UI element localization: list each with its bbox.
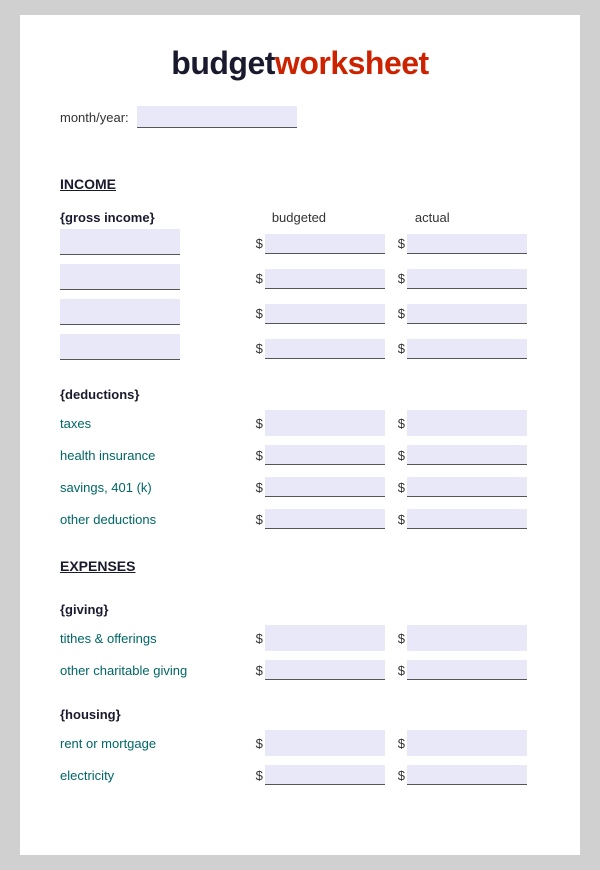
savings-budgeted[interactable] (265, 477, 385, 497)
gross-income-row-4: $ $ (60, 334, 540, 363)
health-insurance-label: health insurance (60, 448, 256, 463)
gross-income-row-1: $ $ (60, 229, 540, 258)
actual-col-header: actual (397, 210, 540, 225)
gross-income-row-2: $ $ (60, 264, 540, 293)
columns-header: {gross income} budgeted actual (60, 210, 540, 225)
gross-income-name-2[interactable] (60, 264, 180, 290)
rent-mortgage-label: rent or mortgage (60, 736, 256, 751)
savings-label: savings, 401 (k) (60, 480, 256, 495)
savings-row: savings, 401 (k) $ $ (60, 474, 540, 500)
deductions-header: {deductions} (60, 387, 540, 402)
health-insurance-row: health insurance $ $ (60, 442, 540, 468)
electricity-actual[interactable] (407, 765, 527, 785)
other-deductions-budgeted[interactable] (265, 509, 385, 529)
gross-income-name-4[interactable] (60, 334, 180, 360)
budget-worksheet-page: budgetworksheet month/year: INCOME {gros… (20, 15, 580, 855)
expenses-header: EXPENSES (60, 558, 540, 574)
taxes-row: taxes $ $ (60, 410, 540, 436)
gross-income-actual-4[interactable] (407, 339, 527, 359)
electricity-budgeted[interactable] (265, 765, 385, 785)
other-deductions-actual[interactable] (407, 509, 527, 529)
gross-income-header: {gross income} (60, 210, 155, 225)
other-giving-row: other charitable giving $ $ (60, 657, 540, 683)
tithes-label: tithes & offerings (60, 631, 256, 646)
rent-mortgage-budgeted[interactable] (265, 730, 385, 756)
gross-income-budgeted-2[interactable] (265, 269, 385, 289)
gross-income-actual-1[interactable] (407, 234, 527, 254)
rent-mortgage-row: rent or mortgage $ $ (60, 730, 540, 756)
savings-actual[interactable] (407, 477, 527, 497)
housing-header: {housing} (60, 707, 540, 722)
gross-income-actual-2[interactable] (407, 269, 527, 289)
gross-income-budgeted-4[interactable] (265, 339, 385, 359)
gross-income-budgeted-3[interactable] (265, 304, 385, 324)
health-insurance-actual[interactable] (407, 445, 527, 465)
month-year-input[interactable] (137, 106, 297, 128)
page-title: budgetworksheet (60, 45, 540, 82)
other-giving-actual[interactable] (407, 660, 527, 680)
gross-income-budgeted-1[interactable] (265, 234, 385, 254)
gross-income-name-3[interactable] (60, 299, 180, 325)
gross-income-name-1[interactable] (60, 229, 180, 255)
month-year-row: month/year: (60, 106, 540, 128)
tithes-row: tithes & offerings $ $ (60, 625, 540, 651)
month-year-label: month/year: (60, 110, 129, 125)
taxes-label: taxes (60, 416, 256, 431)
other-giving-label: other charitable giving (60, 663, 256, 678)
gross-income-row-3: $ $ (60, 299, 540, 328)
budgeted-col-header: budgeted (254, 210, 397, 225)
tithes-actual[interactable] (407, 625, 527, 651)
gross-income-actual-3[interactable] (407, 304, 527, 324)
income-header: INCOME (60, 176, 540, 192)
other-giving-budgeted[interactable] (265, 660, 385, 680)
other-deductions-row: other deductions $ $ (60, 506, 540, 532)
title-worksheet: worksheet (275, 45, 429, 81)
giving-header: {giving} (60, 602, 540, 617)
tithes-budgeted[interactable] (265, 625, 385, 651)
electricity-label: electricity (60, 768, 256, 783)
taxes-budgeted[interactable] (265, 410, 385, 436)
electricity-row: electricity $ $ (60, 762, 540, 788)
other-deductions-label: other deductions (60, 512, 256, 527)
title-budget: budget (171, 45, 275, 81)
rent-mortgage-actual[interactable] (407, 730, 527, 756)
health-insurance-budgeted[interactable] (265, 445, 385, 465)
taxes-actual[interactable] (407, 410, 527, 436)
